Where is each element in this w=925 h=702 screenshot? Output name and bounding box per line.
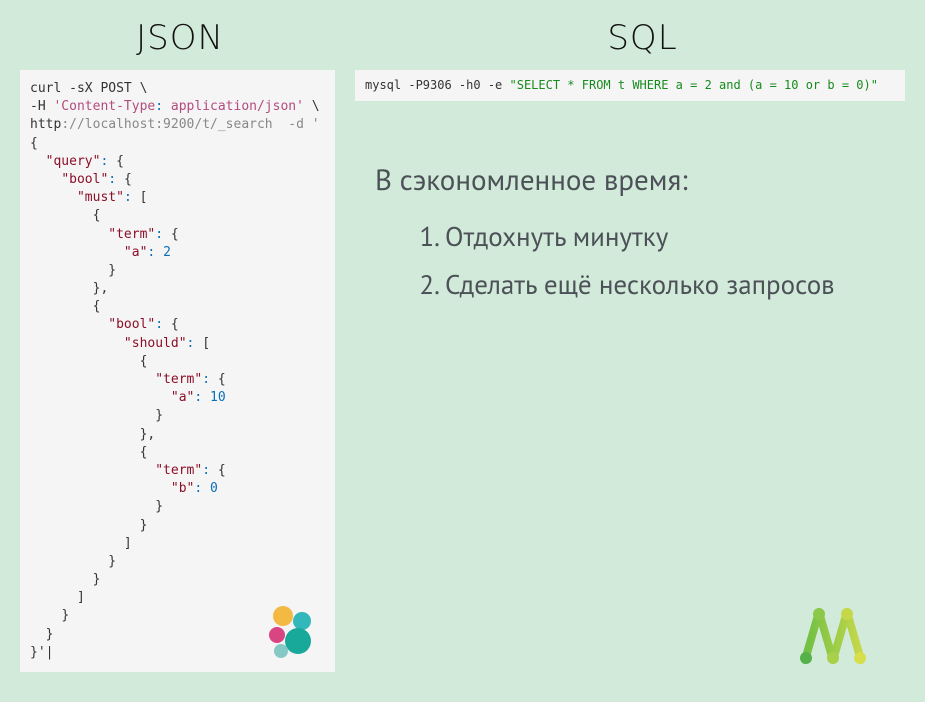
colon: : bbox=[194, 481, 202, 496]
code-line: curl -sX POST \ bbox=[30, 81, 147, 96]
code-frag: ://localhost:9200/t/_search -d ' bbox=[61, 117, 319, 132]
brace: { bbox=[171, 317, 179, 332]
list-item: Сделать ещё несколько запросов bbox=[445, 265, 905, 313]
key: "term" bbox=[108, 227, 155, 242]
key: "b" bbox=[171, 481, 194, 496]
code-frag: \ bbox=[304, 99, 320, 114]
brace: } bbox=[93, 572, 101, 587]
saved-title: В сэкономленное время: bbox=[375, 161, 905, 199]
sql-code-block: mysql -P9306 -h0 -e "SELECT * FROM t WHE… bbox=[355, 70, 905, 101]
key: "must" bbox=[77, 190, 124, 205]
left-column: curl -sX POST \ -H 'Content-Type: applic… bbox=[20, 70, 335, 672]
json-header: JSON bbox=[0, 0, 360, 58]
right-column: mysql -P9306 -h0 -e "SELECT * FROM t WHE… bbox=[355, 70, 905, 672]
brace: { bbox=[218, 372, 226, 387]
brace: { bbox=[218, 463, 226, 478]
brace: } bbox=[108, 263, 116, 278]
code-frag: 'Content-Type bbox=[53, 99, 155, 114]
colon: : bbox=[100, 154, 108, 169]
brace: } bbox=[140, 518, 148, 533]
key: "a" bbox=[124, 245, 147, 260]
code-frag: http bbox=[30, 117, 61, 132]
elastic-logo-icon bbox=[261, 602, 321, 662]
brace: { bbox=[93, 208, 101, 223]
colon: : bbox=[108, 172, 116, 187]
key: "should" bbox=[124, 336, 187, 351]
brace: } bbox=[46, 627, 54, 642]
colon: : bbox=[202, 463, 210, 478]
brace: { bbox=[140, 354, 148, 369]
code-frag: mysql -P9306 -h0 -e bbox=[365, 78, 510, 92]
code-frag: application/json' bbox=[163, 99, 304, 114]
bracket: ] bbox=[124, 536, 132, 551]
key: "term" bbox=[155, 463, 202, 478]
manticore-logo-icon bbox=[793, 602, 873, 664]
colon: : bbox=[155, 227, 163, 242]
code-frag: : bbox=[155, 99, 163, 114]
colon: : bbox=[202, 372, 210, 387]
bracket: [ bbox=[140, 190, 148, 205]
value: 10 bbox=[210, 390, 226, 405]
colon: : bbox=[155, 317, 163, 332]
value: 0 bbox=[210, 481, 218, 496]
brace: { bbox=[93, 299, 101, 314]
brace: { bbox=[124, 172, 132, 187]
bracket: [ bbox=[202, 336, 210, 351]
colon: : bbox=[124, 190, 132, 205]
colon: : bbox=[187, 336, 195, 351]
brace: { bbox=[30, 136, 38, 151]
brace: { bbox=[140, 445, 148, 460]
brace: { bbox=[116, 154, 124, 169]
brace: } bbox=[155, 408, 163, 423]
brace: { bbox=[171, 227, 179, 242]
saved-time-block: В сэкономленное время: Отдохнуть минутку… bbox=[355, 161, 905, 313]
colon: : bbox=[147, 245, 155, 260]
comma: , bbox=[100, 281, 108, 296]
key: "query" bbox=[46, 154, 101, 169]
key: "bool" bbox=[61, 172, 108, 187]
list-item: Отдохнуть минутку bbox=[445, 217, 905, 265]
key: "a" bbox=[171, 390, 194, 405]
json-code-block: curl -sX POST \ -H 'Content-Type: applic… bbox=[20, 70, 335, 672]
sql-header: SQL bbox=[360, 0, 925, 58]
comma: , bbox=[147, 427, 155, 442]
value: 2 bbox=[163, 245, 171, 260]
code-frag: -H bbox=[30, 99, 53, 114]
cursor: | bbox=[46, 645, 54, 660]
brace: } bbox=[155, 499, 163, 514]
sql-string: "SELECT * FROM t WHERE a = 2 and (a = 10… bbox=[510, 78, 878, 92]
brace: } bbox=[61, 608, 69, 623]
key: "term" bbox=[155, 372, 202, 387]
brace: } bbox=[108, 554, 116, 569]
code-tail: }' bbox=[30, 645, 46, 660]
colon: : bbox=[194, 390, 202, 405]
bracket: ] bbox=[77, 590, 85, 605]
key: "bool" bbox=[108, 317, 155, 332]
